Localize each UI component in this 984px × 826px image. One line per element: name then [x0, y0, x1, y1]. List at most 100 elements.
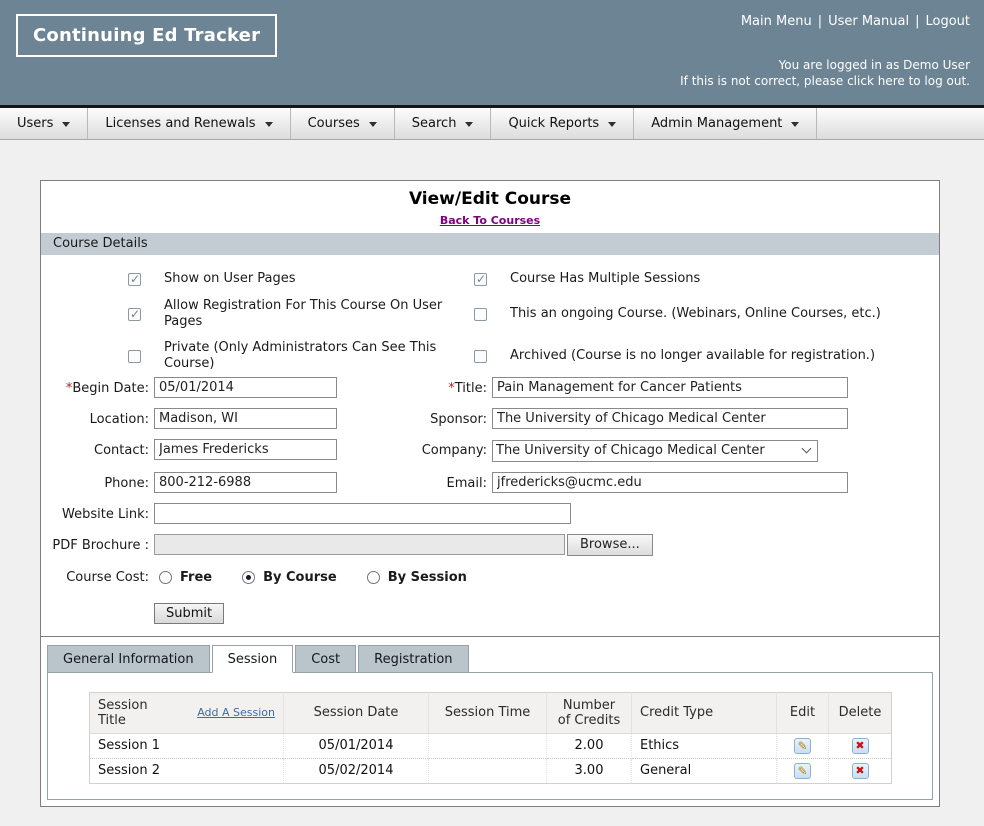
chevron-down-icon [62, 122, 70, 127]
by-session-radio[interactable] [367, 571, 380, 584]
nav-label: Admin Management [651, 116, 782, 131]
form-row: Website Link: [41, 503, 939, 524]
view-edit-course-panel: View/Edit Course Back To Courses Course … [40, 180, 940, 807]
edit-session-icon[interactable]: ✎ [794, 763, 811, 779]
allow-registration-label: Allow Registration For This Course On Us… [164, 298, 474, 331]
contact-label: Contact: [41, 439, 149, 459]
phone-input[interactable] [154, 472, 337, 493]
begin-date-label: *Begin Date: [41, 377, 149, 397]
tab-session[interactable]: Session [212, 645, 294, 673]
by-session-radio-label: By Session [388, 570, 467, 585]
session-time-cell [429, 733, 547, 758]
by-course-radio[interactable] [242, 571, 255, 584]
submit-button[interactable]: Submit [154, 603, 224, 624]
contact-input[interactable] [154, 439, 337, 460]
tab-cost[interactable]: Cost [295, 645, 356, 673]
nav-label: Search [412, 116, 457, 131]
delete-session-icon[interactable]: ✖ [852, 763, 869, 779]
delete-session-icon[interactable]: ✖ [852, 738, 869, 754]
checkbox-column-left: Show on User Pages Allow Registration Fo… [128, 265, 474, 377]
checkbox-grid: Show on User Pages Allow Registration Fo… [41, 255, 939, 377]
page-title: View/Edit Course [41, 189, 939, 209]
session-time-cell [429, 758, 547, 783]
browse-button[interactable]: Browse... [567, 534, 653, 556]
nav-label: Licenses and Renewals [105, 116, 255, 131]
submit-row: Submit [154, 602, 939, 624]
multiple-sessions-label: Course Has Multiple Sessions [510, 271, 700, 287]
main-menu-link[interactable]: Main Menu [741, 14, 812, 29]
checkbox-row: This an ongoing Course. (Webinars, Onlin… [474, 293, 914, 335]
edit-session-icon[interactable]: ✎ [794, 738, 811, 754]
nav-item-admin-management[interactable]: Admin Management [634, 108, 817, 139]
click-here-logout-link[interactable]: click here [847, 74, 905, 88]
archived-course-checkbox[interactable] [474, 350, 487, 363]
show-on-user-pages-checkbox[interactable] [128, 273, 141, 286]
nav-item-licenses-and-renewals[interactable]: Licenses and Renewals [88, 108, 290, 139]
session-credits-cell: 3.00 [547, 758, 632, 783]
pdf-brochure-file-field[interactable] [154, 534, 565, 555]
cost-option-by-session: By Session [367, 570, 467, 585]
private-course-label: Private (Only Administrators Can See Thi… [164, 340, 474, 373]
user-manual-link[interactable]: User Manual [828, 14, 909, 29]
tab-general-information[interactable]: General Information [47, 645, 210, 673]
company-label: Company: [337, 439, 487, 458]
nav-item-quick-reports[interactable]: Quick Reports [491, 108, 634, 139]
session-title-cell: Session 1 [90, 733, 284, 758]
session-date-cell: 05/02/2014 [284, 758, 429, 783]
logout-hint-text: If this is not correct, please click her… [680, 73, 970, 89]
title-input[interactable] [492, 377, 848, 398]
free-radio-label: Free [180, 570, 212, 585]
company-select[interactable]: The University of Chicago Medical Center [492, 440, 818, 462]
course-cost-row: Course Cost: Free By Course By Session [41, 570, 939, 586]
allow-registration-checkbox[interactable] [128, 308, 141, 321]
col-edit: Edit [777, 692, 829, 733]
session-date-cell: 05/01/2014 [284, 733, 429, 758]
free-radio[interactable] [159, 571, 172, 584]
website-link-input[interactable] [154, 503, 571, 524]
form-row: Location: Sponsor: [41, 408, 939, 429]
logged-in-as-text: You are logged in as Demo User [680, 57, 970, 73]
begin-date-label-text: Begin Date: [72, 381, 149, 396]
email-input[interactable] [492, 472, 848, 493]
location-input[interactable] [154, 408, 337, 429]
session-tab-panel: Session Title Add A Session Session Date… [47, 672, 933, 800]
private-course-checkbox[interactable] [128, 350, 141, 363]
course-cost-label: Course Cost: [41, 570, 149, 586]
add-a-session-link[interactable]: Add A Session [197, 706, 275, 719]
chevron-down-icon [369, 122, 377, 127]
back-to-courses-link[interactable]: Back To Courses [440, 214, 540, 227]
session-row-2: Session 2 05/02/2014 3.00 General ✎ ✖ [90, 758, 892, 783]
archived-course-label: Archived (Course is no longer available … [510, 348, 875, 364]
begin-date-input[interactable] [154, 377, 337, 398]
nav-item-users[interactable]: Users [0, 108, 88, 139]
session-credits-cell: 2.00 [547, 733, 632, 758]
cost-option-free: Free [159, 570, 212, 585]
form-row: Phone: Email: [41, 472, 939, 493]
multiple-sessions-checkbox[interactable] [474, 273, 487, 286]
form-row: Contact: Company: The University of Chic… [41, 439, 939, 462]
sessions-table-header-row: Session Title Add A Session Session Date… [90, 692, 892, 733]
col-delete: Delete [829, 692, 892, 733]
nav-item-courses[interactable]: Courses [291, 108, 395, 139]
pdf-brochure-label: PDF Brochure : [41, 534, 149, 554]
logout-link[interactable]: Logout [925, 14, 970, 29]
title-label-text: Title: [455, 381, 487, 396]
header-links: Main Menu|User Manual|Logout [741, 14, 970, 29]
nav-item-search[interactable]: Search [395, 108, 492, 139]
logout-hint-pre: If this is not correct, please [680, 74, 847, 88]
tab-strip: General Information Session Cost Registr… [47, 645, 933, 672]
nav-label: Courses [308, 116, 360, 131]
app-logo-text: Continuing Ed Tracker [33, 25, 260, 46]
sponsor-input[interactable] [492, 408, 848, 429]
col-session-title: Session Title Add A Session [90, 692, 284, 733]
ongoing-course-label: This an ongoing Course. (Webinars, Onlin… [510, 306, 881, 322]
checkbox-row: Show on User Pages [128, 265, 474, 293]
checkbox-row: Allow Registration For This Course On Us… [128, 293, 474, 335]
session-credit-type-cell: Ethics [632, 733, 777, 758]
tab-registration[interactable]: Registration [358, 645, 468, 673]
ongoing-course-checkbox[interactable] [474, 308, 487, 321]
company-select-wrap: The University of Chicago Medical Center [492, 439, 818, 462]
session-credit-type-cell: General [632, 758, 777, 783]
chevron-down-icon [465, 122, 473, 127]
by-course-radio-label: By Course [263, 570, 337, 585]
